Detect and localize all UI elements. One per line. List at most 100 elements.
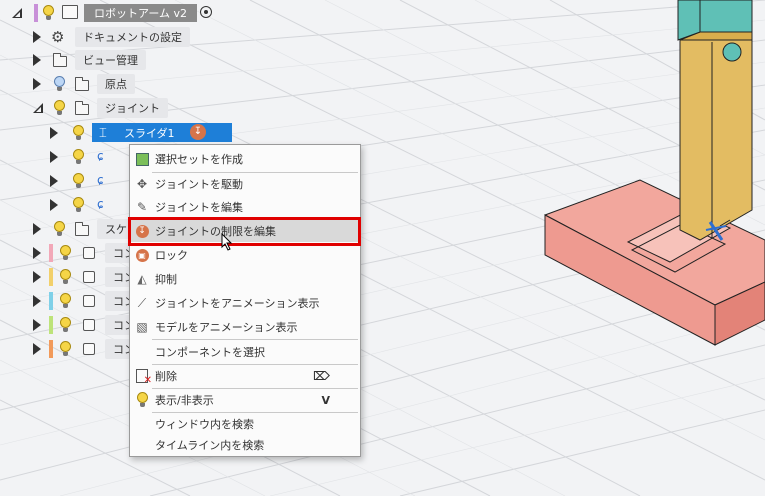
menu-item-label: コンポーネントを選択: [155, 346, 265, 359]
component-icon: [62, 5, 78, 19]
expand-arrow-icon[interactable]: [33, 223, 41, 235]
expand-arrow-icon[interactable]: [33, 54, 41, 66]
animate-model-icon: ▧: [136, 320, 148, 334]
lightbulb-icon[interactable]: [59, 245, 72, 261]
lightbulb-icon[interactable]: [53, 76, 66, 92]
lightbulb-icon[interactable]: [72, 149, 85, 165]
lightbulb-icon[interactable]: [59, 269, 72, 285]
slider-joint-icon: ⌶: [99, 126, 107, 141]
menu-item-label: 表示/非表示: [155, 394, 214, 407]
expand-arrow-icon[interactable]: [33, 78, 41, 90]
folder-icon: [75, 77, 89, 91]
tree-row-origin[interactable]: 原点: [33, 74, 135, 94]
activate-radio-icon[interactable]: [200, 6, 212, 18]
gear-icon: ⚙: [51, 28, 65, 46]
expand-arrow-icon[interactable]: [33, 319, 41, 331]
lightbulb-icon[interactable]: [59, 293, 72, 309]
menu-item-label: 選択セットを作成: [155, 153, 243, 166]
component-icon: [83, 295, 95, 307]
folder-icon: [75, 222, 89, 236]
component-pin-icon: [83, 247, 95, 259]
lightbulb-icon[interactable]: [53, 100, 66, 116]
menu-item-suppress[interactable]: ◭ 抑制: [130, 268, 360, 290]
tree-row-slider1[interactable]: ⌶ スライダ1 ↧: [50, 123, 232, 143]
menu-item-find-in-window[interactable]: ウィンドウ内を検索: [130, 413, 360, 435]
tree-row-joint[interactable]: ɕ: [50, 195, 104, 215]
lightbulb-icon[interactable]: [42, 5, 55, 21]
menu-item-drive-joint[interactable]: ✥ ジョイントを駆動: [130, 173, 360, 195]
menu-item-label: ウィンドウ内を検索: [155, 418, 254, 431]
tree-row-document-settings[interactable]: ⚙ ドキュメントの設定: [33, 27, 190, 47]
revolute-joint-icon: ɕ: [97, 173, 104, 187]
arm-link[interactable]: [679, 31, 753, 241]
lightbulb-icon[interactable]: [72, 125, 85, 141]
expand-arrow-icon[interactable]: [12, 8, 22, 18]
lightbulb-icon[interactable]: [59, 341, 72, 357]
tree-row-component[interactable]: コン: [33, 243, 143, 263]
menu-item-label: ジョイントをアニメーション表示: [155, 297, 320, 310]
tree-row-component[interactable]: コン: [33, 339, 143, 359]
revolute-joint-icon: ɕ: [97, 197, 104, 211]
menu-item-edit-joint[interactable]: ✎ ジョイントを編集: [130, 196, 360, 218]
lightbulb-icon: [135, 392, 149, 407]
edit-joint-icon: ✎: [136, 200, 148, 214]
component-icon: [83, 271, 95, 283]
tree-row-view-management[interactable]: ビュー管理: [33, 50, 146, 70]
expand-arrow-icon[interactable]: [50, 151, 58, 163]
menu-item-label: ジョイントを駆動: [155, 178, 243, 191]
expand-arrow-icon[interactable]: [50, 175, 58, 187]
expand-arrow-icon[interactable]: [33, 103, 43, 113]
expand-arrow-icon[interactable]: [50, 199, 58, 211]
component-color-tag: [49, 340, 53, 358]
revolute-joint-icon: ɕ: [97, 149, 104, 163]
tree-row-joint[interactable]: ɕ: [50, 171, 104, 191]
expand-arrow-icon[interactable]: [33, 343, 41, 355]
lightbulb-icon[interactable]: [53, 221, 66, 237]
menu-item-select-component[interactable]: コンポーネントを選択: [130, 341, 360, 363]
menu-item-find-in-timeline[interactable]: タイムライン内を検索: [130, 434, 360, 456]
menu-item-show-hide[interactable]: 表示/非表示 V: [130, 389, 360, 411]
menu-item-label: タイムライン内を検索: [155, 439, 265, 452]
tree-label: 原点: [97, 74, 135, 94]
expand-arrow-icon[interactable]: [33, 247, 41, 259]
menu-item-label: 削除: [155, 370, 177, 383]
tree-row-component[interactable]: コン: [33, 267, 143, 287]
menu-item-delete[interactable]: ✕ 削除 ⌦: [130, 365, 360, 387]
delete-key-icon: ⌦: [313, 369, 330, 383]
lightbulb-icon[interactable]: [72, 173, 85, 189]
selection-set-icon: [135, 152, 149, 166]
component-icon: [83, 319, 95, 331]
component-icon: [83, 343, 95, 355]
menu-item-animate-model[interactable]: ▧ モデルをアニメーション表示: [130, 316, 360, 338]
tree-row-joints[interactable]: ジョイント: [33, 98, 168, 118]
expand-arrow-icon[interactable]: [33, 31, 41, 43]
lock-icon: ▣: [135, 248, 149, 262]
tree-row-component[interactable]: コン: [33, 291, 143, 311]
animate-joint-icon: ⟋: [137, 295, 147, 310]
folder-icon: [53, 53, 67, 67]
tree-row-root[interactable]: ロボットアーム v2: [12, 3, 212, 23]
menu-item-label: ジョイントを編集: [155, 201, 243, 214]
context-menu: 選択セットを作成 ✥ ジョイントを駆動 ✎ ジョイントを編集 ↧ ジョイントの制…: [129, 144, 361, 457]
lightbulb-icon[interactable]: [59, 317, 72, 333]
joint-limit-badge-icon: ↧: [190, 124, 206, 140]
tree-label: ビュー管理: [75, 50, 146, 70]
menu-item-label: モデルをアニメーション表示: [155, 321, 298, 334]
lightbulb-icon[interactable]: [72, 197, 85, 213]
menu-item-lock[interactable]: ▣ ロック: [130, 244, 360, 266]
drive-joint-icon: ✥: [136, 177, 148, 191]
expand-arrow-icon[interactable]: [50, 127, 58, 139]
menu-item-animate-joint[interactable]: ⟋ ジョイントをアニメーション表示: [130, 292, 360, 314]
tree-row-component[interactable]: コン: [33, 315, 143, 335]
tree-row-joint[interactable]: ɕ: [50, 147, 104, 167]
folder-icon: [75, 101, 89, 115]
menu-item-label: ロック: [155, 249, 188, 262]
mouse-cursor-icon: [221, 233, 233, 251]
tree-row-sketches[interactable]: スケ: [33, 219, 135, 239]
root-component-label[interactable]: ロボットアーム v2: [84, 4, 198, 22]
menu-item-create-selection-set[interactable]: 選択セットを作成: [130, 148, 360, 170]
expand-arrow-icon[interactable]: [33, 295, 41, 307]
component-color-tag: [34, 4, 38, 22]
expand-arrow-icon[interactable]: [33, 271, 41, 283]
component-color-tag: [49, 292, 53, 310]
